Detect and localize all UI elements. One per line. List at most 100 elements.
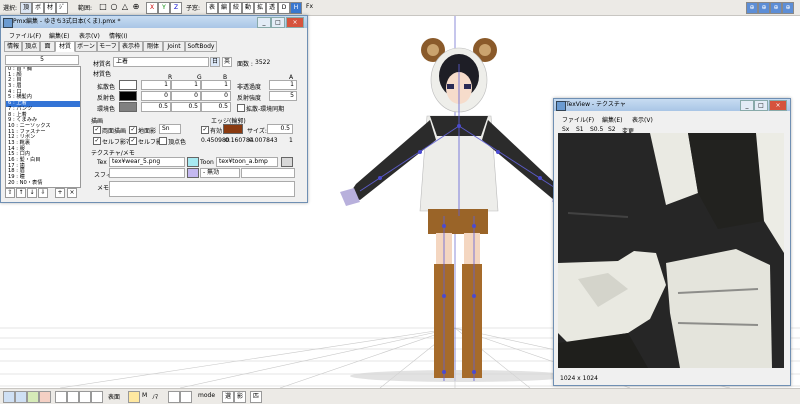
tab-material[interactable]: 材質 [55, 41, 75, 52]
edge-color-swatch[interactable] [223, 124, 243, 134]
move-bottom-button[interactable]: ⇩ [38, 188, 48, 198]
move-top-button[interactable]: ⇧ [5, 188, 15, 198]
close-button[interactable]: × [769, 100, 787, 111]
view-button-3[interactable]: ⊕ [770, 2, 782, 14]
noma-label[interactable]: ﾉﾏ [152, 392, 158, 401]
close-button[interactable]: × [286, 17, 304, 28]
sphere-field[interactable] [109, 168, 185, 178]
tab-joint[interactable]: Joint [163, 41, 185, 52]
circle-select-icon[interactable]: ○ [109, 2, 119, 12]
minimize-button[interactable]: _ [257, 17, 271, 28]
child-d-button[interactable]: D [278, 2, 290, 14]
material-name-field[interactable]: 上着 [113, 57, 209, 67]
scale-s1-button[interactable]: S1 [576, 126, 584, 133]
name-en-button[interactable]: 英 [222, 57, 232, 67]
toon-select[interactable] [241, 168, 295, 178]
axis-z-button[interactable]: Z [170, 2, 182, 14]
scale-s2-button[interactable]: S2 [608, 126, 616, 133]
view-icon-5[interactable] [55, 391, 67, 403]
view-icon-4[interactable] [39, 391, 51, 403]
select-joint-button[interactable]: ｼﾞ [56, 2, 68, 14]
m-label[interactable]: M [142, 392, 147, 399]
view-button-4[interactable]: ⊕ [782, 2, 794, 14]
child-edit-button[interactable]: 編 [218, 2, 230, 14]
view-icon-6[interactable] [67, 391, 79, 403]
menu-info[interactable]: 情報(I) [109, 31, 127, 40]
material-list[interactable]: 0 : 首・胸 1 : 顔2 : 目3 : 眉4 : 口5 : 横髪内 6 : 上着… [5, 66, 81, 188]
diffuse-env-sync-checkbox[interactable] [237, 104, 245, 112]
alpha-field[interactable]: 1 [269, 80, 297, 90]
texture-canvas[interactable] [558, 133, 784, 368]
ambient-b[interactable]: 0.5 [201, 102, 231, 112]
maximize-button[interactable]: □ [754, 100, 768, 111]
tab-info[interactable]: 情報 [4, 41, 22, 52]
view-icon-8[interactable] [91, 391, 103, 403]
tab-morph[interactable]: モーフ [97, 41, 119, 52]
mode-label[interactable]: mode [198, 392, 215, 399]
specular-swatch[interactable] [119, 91, 137, 101]
tab-bone[interactable]: ボーン [75, 41, 97, 52]
double-sided-checkbox[interactable]: ✓ [93, 126, 101, 134]
memo-field[interactable] [109, 181, 295, 197]
minimize-button[interactable]: _ [740, 100, 754, 111]
ambient-r[interactable]: 0.5 [141, 102, 171, 112]
specular-g[interactable]: 0 [171, 91, 201, 101]
toon-preview-swatch[interactable] [281, 157, 293, 167]
scale-sx-button[interactable]: Sx [562, 126, 569, 133]
view-icon-10[interactable] [168, 391, 180, 403]
move-up-button[interactable]: ↑ [16, 188, 26, 198]
edge-enable-checkbox[interactable]: ✓ [201, 126, 209, 134]
menu-view[interactable]: 表示(V) [79, 31, 100, 40]
tex-preview-swatch[interactable] [187, 157, 199, 167]
maximize-button[interactable]: □ [271, 17, 285, 28]
add-material-button[interactable]: + [55, 188, 65, 198]
triangle-select-icon[interactable]: △ [120, 2, 130, 12]
menu-edit[interactable]: 編集(E) [602, 115, 622, 124]
child-scale-button[interactable]: 拡 [254, 2, 266, 14]
target-select-icon[interactable]: ⊕ [131, 2, 141, 12]
rect-select-icon[interactable]: □ [98, 2, 108, 12]
menu-view[interactable]: 表示(V) [632, 115, 653, 124]
edge-size-field[interactable]: 0.5 [267, 124, 293, 134]
view-icon-3[interactable] [27, 391, 39, 403]
sphere-mode-select[interactable]: - 無効 [200, 168, 240, 178]
view-button-2[interactable]: ⊕ [758, 2, 770, 14]
view-icon-9[interactable] [128, 391, 140, 403]
fx-label[interactable]: Fx [306, 3, 313, 10]
child-view-button[interactable]: 表 [206, 2, 218, 14]
view-button-1[interactable]: ⊕ [746, 2, 758, 14]
diffuse-g[interactable]: 1 [171, 80, 201, 90]
selfshadow-map-checkbox[interactable]: ✓ [93, 137, 101, 145]
axis-y-button[interactable]: Y [158, 2, 170, 14]
ambient-swatch[interactable] [119, 102, 137, 112]
view-icon-2[interactable] [15, 391, 27, 403]
child-filter-button[interactable]: 絞 [230, 2, 242, 14]
diffuse-b[interactable]: 1 [201, 80, 231, 90]
surface-label[interactable]: 表面 [108, 392, 120, 401]
specular-b[interactable]: 0 [201, 91, 231, 101]
shininess-field[interactable]: 5 [269, 91, 297, 101]
view-icon-1[interactable] [3, 391, 15, 403]
pmx-edit-window[interactable]: Pmx編集 - ゆきち3式日本(くま).pmx * _ □ × ファイル(F) … [0, 15, 308, 203]
child-transparent-button[interactable]: 透 [266, 2, 278, 14]
ambient-g[interactable]: 0.5 [171, 102, 201, 112]
view-icon-11[interactable] [180, 391, 192, 403]
diffuse-swatch[interactable] [119, 80, 137, 90]
shadow-mode-select[interactable]: Sn [159, 124, 181, 134]
toon-field[interactable]: tex¥toon_a.bmp [216, 157, 278, 167]
menu-file[interactable]: ファイル(F) [562, 115, 594, 124]
tab-rigid-body[interactable]: 剛体 [143, 41, 163, 52]
mode-shadow-button[interactable]: 影 [234, 391, 246, 403]
view-icon-7[interactable] [79, 391, 91, 403]
ground-shadow-checkbox[interactable]: ✓ [129, 126, 137, 134]
vertex-color-checkbox[interactable] [159, 137, 167, 145]
texview-title-bar[interactable]: TexView - テクスチャ _ □ × [554, 99, 790, 111]
scale-s05-button[interactable]: S0.5 [590, 126, 603, 133]
move-down-button[interactable]: ↓ [27, 188, 37, 198]
material-list-item[interactable]: 20 : N0・表情 [6, 180, 80, 187]
tab-softbody[interactable]: SoftBody [185, 41, 217, 52]
name-jp-button[interactable]: 日 [210, 57, 220, 67]
child-move-button[interactable]: 動 [242, 2, 254, 14]
sphere-preview-swatch[interactable] [187, 168, 199, 178]
tab-vertex[interactable]: 頂点 [22, 41, 40, 52]
